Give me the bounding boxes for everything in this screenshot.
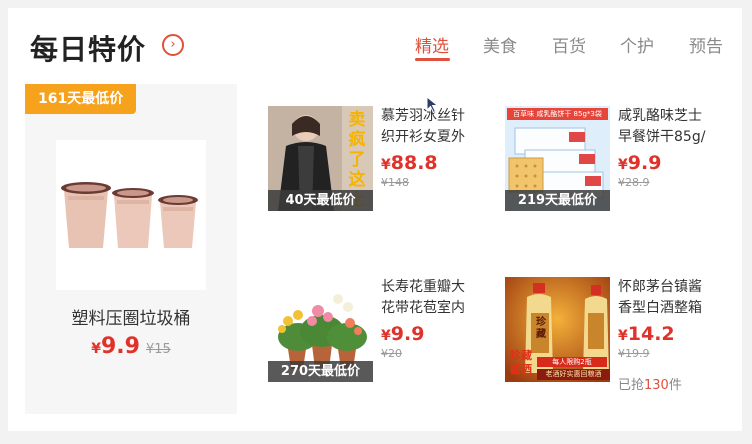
product-price: ¥14.2 (618, 323, 675, 345)
product-name[interactable]: 咸乳酪味芝士早餐饼干85g/ (618, 106, 714, 148)
promo-bottom-banner: 老酒好实惠回粮酒 (537, 369, 610, 380)
original-price: ¥20 (381, 347, 402, 360)
featured-product-name[interactable]: 塑料压圈垃圾桶 (25, 304, 237, 329)
product-card[interactable]: 卖疯了这上 40天最低价 慕芳羽冰丝针织开衫女夏外 ¥88.8 ¥148 (268, 106, 498, 211)
tab-personal-care[interactable]: 个护 (620, 32, 654, 57)
tab-preview[interactable]: 预告 (689, 32, 723, 57)
original-price: ¥19.9 (618, 347, 650, 360)
product-image-cardigan[interactable]: 卖疯了这上 40天最低价 (268, 106, 373, 211)
price-value: 88.8 (390, 152, 438, 174)
currency-symbol: ¥ (381, 328, 391, 344)
active-tab-underline (415, 58, 450, 61)
product-card[interactable]: 270天最低价 长寿花重瓣大花带花苞室内 ¥9.9 ¥20 (268, 277, 498, 382)
currency-symbol: ¥ (91, 341, 101, 357)
package-banner: 百草味 咸乳酪饼干 85g*3袋 (507, 108, 608, 120)
currency-symbol: ¥ (381, 157, 391, 173)
chevron-right-circle-icon[interactable]: › (162, 34, 184, 56)
tab-food[interactable]: 美食 (483, 32, 517, 57)
price-value: 14.2 (627, 323, 675, 345)
sold-prefix: 已抢 (618, 378, 645, 393)
price-value: 9.9 (627, 152, 662, 174)
sold-suffix: 件 (668, 378, 682, 393)
lowest-price-tag: 270天最低价 (268, 361, 373, 382)
product-image-trash-bins[interactable] (56, 140, 206, 290)
original-price: ¥15 (145, 342, 171, 357)
featured-product-card[interactable]: 161天最低价 塑料压圈垃圾桶 ¥9.9 ¥15 (25, 84, 237, 414)
product-price: ¥9.9 (381, 323, 424, 345)
mouse-cursor-icon (426, 95, 440, 118)
product-card[interactable]: 百草味 咸乳酪饼干 85g*3袋 219天最低价 咸乳酪味芝士早餐饼干85g/ … (505, 106, 735, 211)
product-image-baijiu[interactable]: 珍藏 珍藏 酱酒 每人限购2瓶 老酒好实惠回粮酒 (505, 277, 610, 382)
currency-symbol: ¥ (618, 157, 628, 173)
product-name[interactable]: 怀郎茅台镇酱香型白酒整箱 (618, 277, 714, 319)
tab-selected[interactable]: 精选 (415, 32, 449, 57)
promo-label-line1: 珍藏 (510, 349, 532, 362)
product-price: ¥9.9 (618, 152, 661, 174)
promo-limit-banner: 每人限购2瓶 (537, 357, 607, 367)
original-price: ¥28.9 (618, 176, 650, 189)
sold-count: 已抢130件 (618, 374, 682, 393)
lowest-price-badge: 161天最低价 (25, 84, 137, 114)
product-name[interactable]: 长寿花重瓣大花带花苞室内 (381, 277, 477, 319)
product-price: ¥88.8 (381, 152, 438, 174)
price-value: 9.9 (100, 334, 140, 359)
tab-general-goods[interactable]: 百货 (552, 32, 586, 57)
bottle-label: 珍藏 (536, 317, 546, 340)
product-image-biscuits[interactable]: 百草味 咸乳酪饼干 85g*3袋 219天最低价 (505, 106, 610, 211)
section-title: 每日特价 (30, 33, 147, 66)
featured-price: ¥9.9 ¥15 (25, 334, 237, 359)
product-card[interactable]: 珍藏 珍藏 酱酒 每人限购2瓶 老酒好实惠回粮酒 怀郎茅台镇酱香型白酒整箱 ¥1… (505, 277, 735, 393)
promo-label-line2: 酱酒 (510, 363, 532, 376)
product-image-kalanchoe-plant[interactable]: 270天最低价 (268, 277, 373, 382)
lowest-price-tag: 219天最低价 (505, 190, 610, 211)
original-price: ¥148 (381, 176, 409, 189)
sold-number: 130 (644, 378, 669, 393)
price-value: 9.9 (390, 323, 425, 345)
currency-symbol: ¥ (618, 328, 628, 344)
lowest-price-tag: 40天最低价 (268, 190, 373, 211)
daily-deals-card: 每日特价 › 精选 美食 百货 个护 预告 161天最低价 塑料压圈垃圾桶 ¥9… (8, 8, 742, 431)
